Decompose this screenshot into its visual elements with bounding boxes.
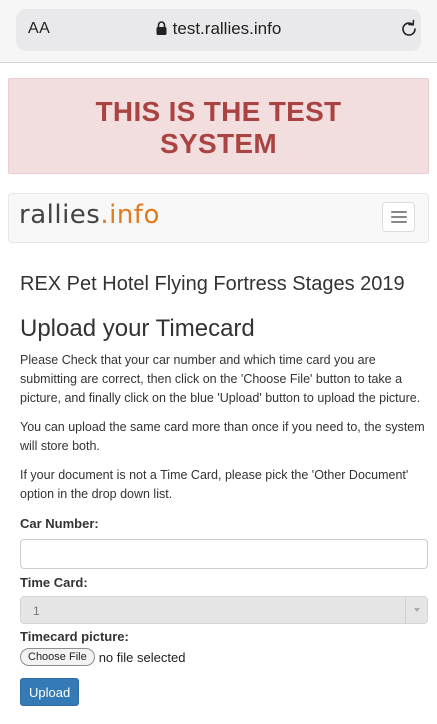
brand-logo[interactable]: rallies.info bbox=[19, 200, 160, 230]
time-card-selected-value: 1 bbox=[33, 604, 40, 618]
file-status: no file selected bbox=[98, 649, 186, 665]
url-display[interactable]: test.rallies.info bbox=[0, 19, 437, 39]
time-card-select[interactable]: 1 bbox=[20, 596, 428, 624]
lock-icon bbox=[156, 21, 167, 35]
file-picker: Choose File no file selected bbox=[20, 648, 425, 666]
main-content: REX Pet Hotel Flying Fortress Stages 201… bbox=[20, 272, 428, 706]
instructions-paragraph: If your document is not a Time Card, ple… bbox=[20, 468, 409, 501]
choose-file-button[interactable]: Choose File bbox=[20, 648, 95, 666]
hamburger-icon bbox=[391, 211, 407, 213]
reload-icon[interactable] bbox=[398, 18, 420, 40]
time-card-label: Time Card: bbox=[20, 575, 88, 590]
brand-suffix: .info bbox=[100, 200, 160, 230]
menu-toggle-button[interactable] bbox=[382, 202, 415, 232]
hamburger-icon bbox=[391, 216, 407, 218]
upload-button[interactable]: Upload bbox=[20, 678, 80, 706]
page-title: Upload your Timecard bbox=[20, 315, 255, 342]
instructions-paragraph: You can upload the same card more than o… bbox=[20, 420, 425, 453]
navbar: rallies.info bbox=[8, 193, 429, 243]
test-system-banner: THIS IS THE TEST SYSTEM bbox=[8, 78, 429, 174]
timecard-picture-label: Timecard picture: bbox=[20, 629, 129, 644]
browser-address-bar: AA test.rallies.info bbox=[0, 0, 437, 63]
event-title: REX Pet Hotel Flying Fortress Stages 201… bbox=[20, 273, 405, 295]
banner-line-1: THIS IS THE TEST bbox=[95, 96, 342, 127]
car-number-input[interactable] bbox=[20, 539, 428, 569]
car-number-label: Car Number: bbox=[20, 516, 99, 531]
brand-main: rallies bbox=[19, 200, 101, 230]
instructions-paragraph: Please Check that your car number and wh… bbox=[20, 353, 421, 405]
url-text: test.rallies.info bbox=[172, 19, 282, 38]
chevron-down-icon bbox=[405, 597, 427, 623]
hamburger-icon bbox=[391, 221, 407, 223]
banner-line-2: SYSTEM bbox=[160, 128, 277, 159]
